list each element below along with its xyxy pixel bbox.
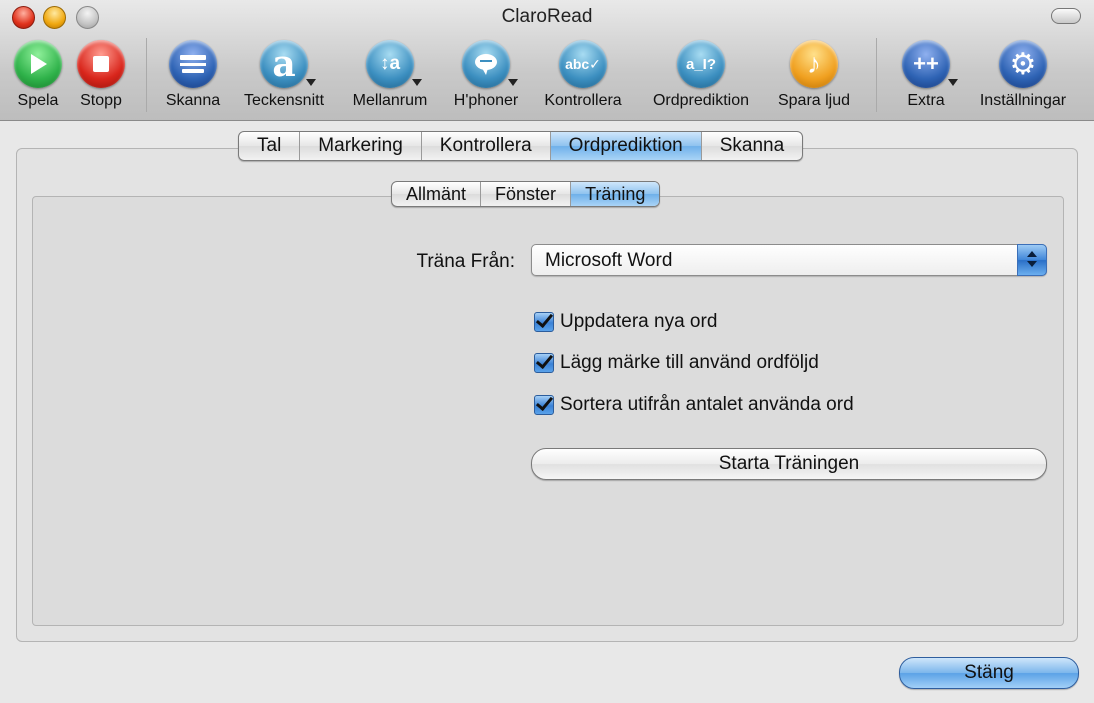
start-training-button[interactable]: Starta Träningen [531,448,1047,480]
save-audio-button[interactable]: ♪ Spara ljud [770,40,858,110]
save-audio-icon: ♪ [790,40,838,88]
toolbar: ClaroRead Spela Stopp Skanna a Teckensni… [0,0,1094,121]
stop-label: Stopp [80,92,122,109]
settings-label: Inställningar [979,92,1067,109]
select-arrows-icon [1017,244,1047,276]
headphones-button[interactable]: H'phoner [446,40,526,110]
font-icon: a [260,40,316,88]
tab-allmant[interactable]: Allmänt [392,182,482,206]
spellcheck-icon: abc✓ [559,40,607,88]
sort-by-usage-checkbox[interactable]: Sortera utifrån antalet använda ord [534,394,854,416]
word-prediction-button[interactable]: a_I? Ordprediktion [642,40,760,110]
scan-label: Skanna [165,92,221,109]
tab-ordprediktion[interactable]: Ordprediktion [550,132,702,160]
sub-tab-bar: Allmänt Fönster Träning [391,181,661,207]
checkbox-label: Lägg märke till använd ordföljd [560,352,819,373]
spellcheck-button[interactable]: abc✓ Kontrollera [536,40,630,110]
close-button[interactable]: Stäng [899,657,1079,689]
spacing-icon: ↕a [366,40,422,88]
toolbar-separator [146,38,147,112]
font-label: Teckensnitt [243,92,325,109]
play-icon [14,40,62,88]
tab-markering[interactable]: Markering [300,132,422,160]
window-title: ClaroRead [501,6,593,27]
checkmark-icon[interactable] [534,312,554,332]
word-prediction-icon: a_I? [677,40,725,88]
extra-plus-icon: ++ [902,40,958,88]
play-button[interactable]: Spela [12,40,64,110]
checkmark-icon[interactable] [534,395,554,415]
tab-tal[interactable]: Tal [239,132,301,160]
tab-fonster[interactable]: Fönster [481,182,572,206]
tab-traning[interactable]: Träning [571,182,660,206]
spellcheck-label: Kontrollera [544,92,622,109]
stop-button[interactable]: Stopp [75,40,127,110]
gear-icon: ⚙ [999,40,1047,88]
dropdown-arrow-icon [948,79,958,86]
extra-button[interactable]: ++ Extra [898,40,958,110]
main-tab-bar: Tal Markering Kontrollera Ordprediktion … [238,131,804,161]
tab-kontrollera[interactable]: Kontrollera [422,132,551,160]
dropdown-arrow-icon [306,79,316,86]
scanner-icon [169,40,217,88]
train-from-label: Träna Från: [416,251,515,272]
word-prediction-label: Ordprediktion [652,92,750,109]
font-button[interactable]: a Teckensnitt [236,40,332,110]
checkbox-label: Uppdatera nya ord [560,311,718,332]
claroread-window: ClaroRead Spela Stopp Skanna a Teckensni… [0,0,1094,703]
speech-bubble-icon [462,40,518,88]
stop-icon [77,40,125,88]
toolbar-separator [876,38,877,112]
checkbox-label: Sortera utifrån antalet använda ord [560,394,854,415]
update-new-words-checkbox[interactable]: Uppdatera nya ord [534,311,717,333]
headphones-label: H'phoner [453,92,519,109]
train-from-select[interactable]: Microsoft Word [531,244,1047,276]
tab-skanna[interactable]: Skanna [702,132,802,160]
dropdown-arrow-icon [412,79,422,86]
scan-button[interactable]: Skanna [162,40,224,110]
note-word-order-checkbox[interactable]: Lägg märke till använd ordföljd [534,352,819,374]
extra-label: Extra [907,92,945,109]
spacing-button[interactable]: ↕a Mellanrum [345,40,435,110]
play-label: Spela [17,92,59,109]
checkmark-icon[interactable] [534,353,554,373]
train-from-value: Microsoft Word [545,250,673,271]
dropdown-arrow-icon [508,79,518,86]
settings-button[interactable]: ⚙ Inställningar [970,40,1076,110]
save-audio-label: Spara ljud [777,92,851,109]
toolbar-toggle-button[interactable] [1051,8,1081,24]
spacing-label: Mellanrum [352,92,428,109]
